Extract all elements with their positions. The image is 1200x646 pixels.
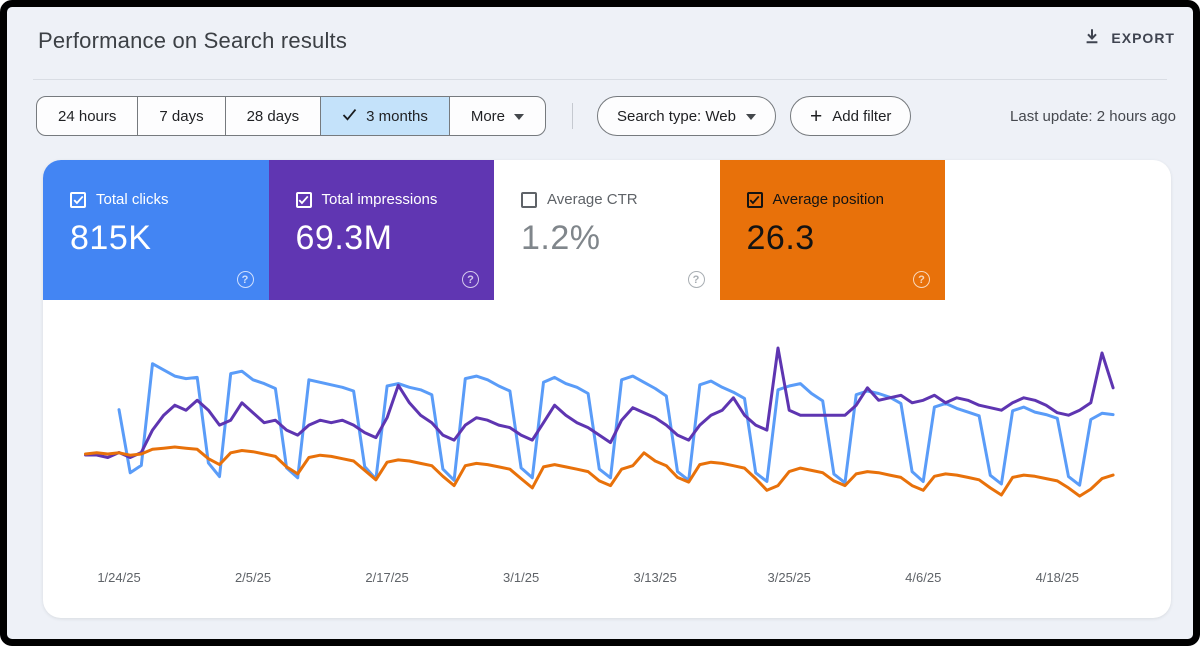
- checkmark-icon: [342, 108, 357, 125]
- export-button[interactable]: EXPORT: [1083, 27, 1175, 48]
- checkbox-total-clicks[interactable]: [70, 192, 86, 208]
- metric-value: 69.3M: [296, 219, 495, 258]
- checkbox-total-impressions[interactable]: [296, 192, 312, 208]
- help-icon[interactable]: ?: [462, 271, 479, 288]
- date-range-28-days[interactable]: 28 days: [226, 97, 322, 135]
- x-tick-label: 3/25/25: [768, 570, 811, 585]
- series-clicks: [119, 364, 1113, 486]
- x-tick-label: 2/17/25: [365, 570, 408, 585]
- metric-card-average-position[interactable]: Average position 26.3 ?: [720, 160, 946, 300]
- search-type-dropdown[interactable]: Search type: Web: [597, 96, 776, 136]
- date-range-label: 24 hours: [58, 108, 116, 125]
- metric-label: Average position: [773, 191, 884, 208]
- metric-card-total-impressions[interactable]: Total impressions 69.3M ?: [269, 160, 495, 300]
- metric-value: 815K: [70, 219, 269, 258]
- metric-card-average-ctr[interactable]: Average CTR 1.2% ?: [494, 160, 720, 300]
- date-range-more-button[interactable]: More: [450, 97, 545, 135]
- performance-chart[interactable]: [43, 300, 1171, 618]
- search-console-performance-page: Performance on Search results EXPORT 24 …: [0, 0, 1200, 646]
- x-tick-label: 3/13/25: [633, 570, 676, 585]
- checkbox-average-position[interactable]: [747, 192, 763, 208]
- add-filter-label: Add filter: [832, 108, 891, 125]
- date-range-label: 3 months: [366, 108, 428, 125]
- date-range-3-months[interactable]: 3 months: [321, 97, 450, 135]
- checkbox-average-ctr[interactable]: [521, 192, 537, 208]
- date-range-group: 24 hours 7 days 28 days 3 months More: [36, 96, 546, 136]
- date-range-label: 28 days: [247, 108, 300, 125]
- series-impressions: [86, 348, 1114, 458]
- plus-icon: +: [810, 106, 822, 127]
- metrics-row: Total clicks 815K ? Total impressions 69…: [43, 160, 1171, 300]
- metric-value: 26.3: [747, 219, 946, 258]
- add-filter-button[interactable]: + Add filter: [790, 96, 911, 136]
- help-icon[interactable]: ?: [913, 271, 930, 288]
- search-type-label: Search type: Web: [617, 108, 736, 125]
- last-update-text: Last update: 2 hours ago: [1010, 108, 1176, 125]
- download-icon: [1083, 27, 1101, 48]
- chevron-down-icon: [746, 114, 756, 120]
- help-icon[interactable]: ?: [688, 271, 705, 288]
- metric-value: 1.2%: [521, 219, 720, 258]
- series-position: [86, 447, 1114, 496]
- performance-card: Total clicks 815K ? Total impressions 69…: [43, 160, 1171, 618]
- date-range-7-days[interactable]: 7 days: [138, 97, 225, 135]
- metric-label: Total clicks: [96, 191, 169, 208]
- filter-bar: 24 hours 7 days 28 days 3 months More Se…: [36, 96, 1176, 136]
- vertical-divider: [572, 103, 573, 129]
- x-tick-label: 3/1/25: [503, 570, 539, 585]
- header-divider: [33, 79, 1167, 80]
- page-title: Performance on Search results: [38, 28, 347, 54]
- help-icon[interactable]: ?: [237, 271, 254, 288]
- x-tick-label: 4/18/25: [1036, 570, 1079, 585]
- metric-label: Total impressions: [322, 191, 438, 208]
- export-label: EXPORT: [1111, 30, 1175, 46]
- x-tick-label: 1/24/25: [97, 570, 140, 585]
- metric-label: Average CTR: [547, 191, 638, 208]
- more-label: More: [471, 108, 505, 125]
- header: Performance on Search results EXPORT: [7, 7, 1193, 79]
- date-range-24-hours[interactable]: 24 hours: [37, 97, 138, 135]
- metric-card-total-clicks[interactable]: Total clicks 815K ?: [43, 160, 269, 300]
- x-tick-label: 4/6/25: [905, 570, 941, 585]
- chevron-down-icon: [514, 114, 524, 120]
- performance-chart-area[interactable]: 1/24/25 2/5/25 2/17/25 3/1/25 3/13/25 3/25/25…: [43, 300, 1171, 618]
- date-range-label: 7 days: [159, 108, 203, 125]
- x-tick-label: 2/5/25: [235, 570, 271, 585]
